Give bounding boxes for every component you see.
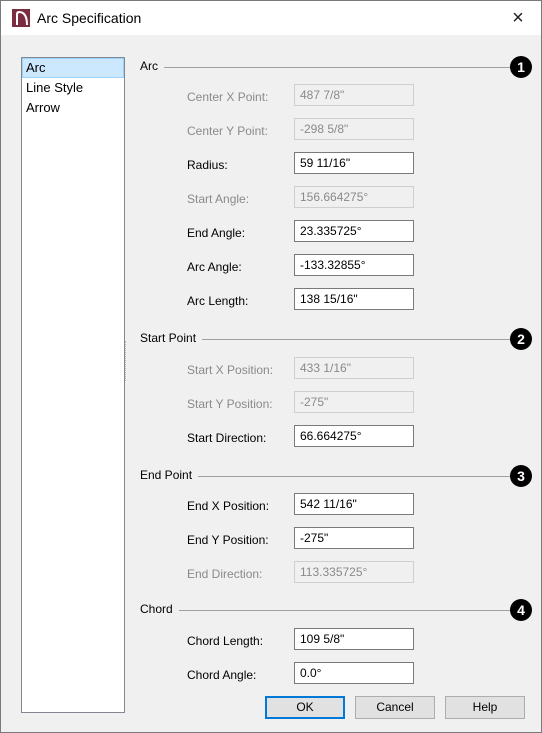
center-x-label: Center X Point: bbox=[187, 90, 269, 104]
radius-field[interactable] bbox=[294, 152, 414, 174]
start-point-section-title: Start Point bbox=[140, 331, 203, 345]
start-direction-field[interactable] bbox=[294, 425, 414, 447]
callout-badge-2: 2 bbox=[510, 328, 532, 350]
nav-item-arrow[interactable]: Arrow bbox=[22, 98, 124, 118]
chord-section-line bbox=[146, 610, 512, 611]
close-icon[interactable]: × bbox=[505, 5, 531, 31]
start-y-field bbox=[294, 391, 414, 413]
end-direction-field bbox=[294, 561, 414, 583]
app-arc-icon bbox=[12, 9, 30, 27]
start-angle-label: Start Angle: bbox=[187, 192, 250, 206]
end-x-field[interactable] bbox=[294, 493, 414, 515]
start-x-label: Start X Position: bbox=[187, 363, 274, 377]
end-angle-label: End Angle: bbox=[187, 226, 246, 240]
window-title: Arc Specification bbox=[37, 10, 142, 26]
end-point-section-title: End Point bbox=[140, 468, 199, 482]
ok-button[interactable]: OK bbox=[265, 696, 345, 719]
chord-length-field[interactable] bbox=[294, 628, 414, 650]
arc-length-field[interactable] bbox=[294, 288, 414, 310]
start-y-label: Start Y Position: bbox=[187, 397, 273, 411]
nav-item-line-style[interactable]: Line Style bbox=[22, 78, 124, 98]
chord-angle-label: Chord Angle: bbox=[187, 668, 257, 682]
category-list[interactable]: Arc Line Style Arrow bbox=[21, 57, 125, 713]
panel-splitter[interactable] bbox=[125, 341, 128, 381]
center-y-label: Center Y Point: bbox=[187, 124, 268, 138]
start-direction-label: Start Direction: bbox=[187, 431, 267, 445]
center-y-field bbox=[294, 118, 414, 140]
chord-angle-field[interactable] bbox=[294, 662, 414, 684]
nav-item-arc[interactable]: Arc bbox=[22, 58, 124, 78]
end-direction-label: End Direction: bbox=[187, 567, 263, 581]
end-y-label: End Y Position: bbox=[187, 533, 269, 547]
callout-badge-3: 3 bbox=[510, 465, 532, 487]
title-bar[interactable]: Arc Specification × bbox=[1, 1, 541, 35]
end-y-field[interactable] bbox=[294, 527, 414, 549]
help-button[interactable]: Help bbox=[445, 696, 525, 719]
radius-label: Radius: bbox=[187, 158, 228, 172]
arc-length-label: Arc Length: bbox=[187, 294, 249, 308]
arc-angle-field[interactable] bbox=[294, 254, 414, 276]
arc-section-title: Arc bbox=[140, 59, 164, 73]
chord-section-title: Chord bbox=[140, 602, 179, 616]
callout-badge-1: 1 bbox=[510, 56, 532, 78]
center-x-field bbox=[294, 84, 414, 106]
cancel-button[interactable]: Cancel bbox=[355, 696, 435, 719]
arc-section-line bbox=[146, 67, 512, 68]
arc-specification-dialog: Arc Specification × Arc Line Style Arrow… bbox=[0, 0, 542, 733]
end-x-label: End X Position: bbox=[187, 499, 270, 513]
start-x-field bbox=[294, 357, 414, 379]
end-angle-field[interactable] bbox=[294, 220, 414, 242]
start-angle-field bbox=[294, 186, 414, 208]
chord-length-label: Chord Length: bbox=[187, 634, 264, 648]
end-point-section-line bbox=[146, 476, 512, 477]
callout-badge-4: 4 bbox=[510, 599, 532, 621]
arc-angle-label: Arc Angle: bbox=[187, 260, 242, 274]
